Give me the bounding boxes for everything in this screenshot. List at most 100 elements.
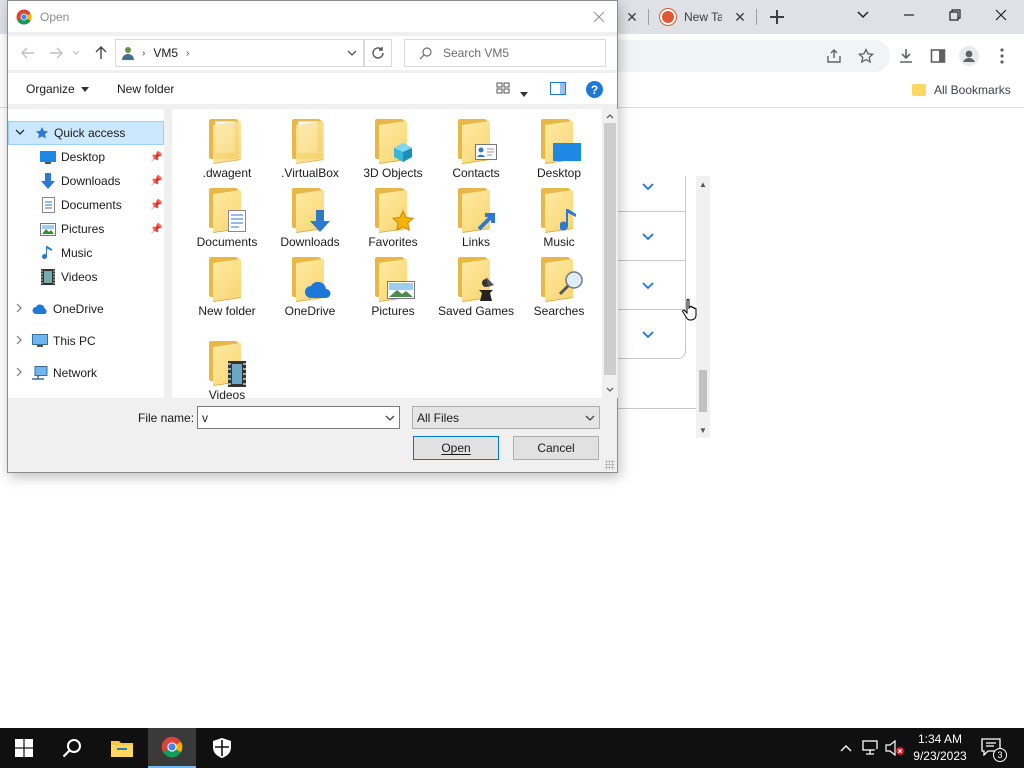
security-taskbar-button[interactable] xyxy=(198,728,246,768)
minimize-button[interactable] xyxy=(886,0,932,30)
pin-icon[interactable]: 📌 xyxy=(150,152,162,163)
nav-documents[interactable]: Documents 📌 xyxy=(8,193,164,217)
back-button[interactable] xyxy=(18,43,38,63)
side-panel-icon[interactable] xyxy=(928,46,948,66)
scroll-up-arrow-icon[interactable]: ▲ xyxy=(699,180,707,189)
chrome-taskbar-button[interactable] xyxy=(148,728,196,768)
file-item[interactable]: Pictures xyxy=(351,255,435,319)
chevron-down-icon[interactable] xyxy=(383,411,397,425)
expand-arrow-icon[interactable] xyxy=(13,367,25,380)
clock[interactable]: 1:34 AM 9/23/2023 xyxy=(906,731,974,765)
notification-button[interactable]: 3 xyxy=(981,738,1007,762)
pin-icon[interactable]: 📌 xyxy=(150,176,162,187)
download-icon[interactable] xyxy=(896,46,916,66)
close-icon[interactable]: ✕ xyxy=(732,9,748,25)
tab-close-button[interactable]: ✕ xyxy=(624,2,640,32)
file-item[interactable]: .dwagent xyxy=(185,117,269,181)
volume-tray-button[interactable] xyxy=(884,728,906,768)
file-item[interactable]: Desktop xyxy=(517,117,601,181)
start-button[interactable] xyxy=(0,728,48,768)
file-name: Downloads xyxy=(280,235,340,249)
file-item[interactable]: Contacts xyxy=(434,117,518,181)
scroll-down-arrow-icon[interactable]: ▼ xyxy=(699,426,707,435)
pin-icon[interactable]: 📌 xyxy=(150,200,162,211)
scroll-down-arrow-icon[interactable] xyxy=(602,382,618,396)
nav-desktop[interactable]: Desktop 📌 xyxy=(8,145,164,169)
nav-label: Videos xyxy=(61,270,98,284)
nav-quick-access[interactable]: Quick access xyxy=(8,121,164,145)
page-scrollbar[interactable]: ▲ ▼ xyxy=(696,176,710,438)
up-button[interactable] xyxy=(91,43,111,63)
file-name-input[interactable]: v xyxy=(197,406,400,429)
share-icon[interactable] xyxy=(824,46,844,66)
file-item[interactable]: .VirtualBox xyxy=(268,117,352,181)
file-item[interactable]: Videos xyxy=(185,339,269,403)
view-options-button[interactable] xyxy=(520,86,528,100)
file-item[interactable]: Links xyxy=(434,186,518,250)
scrollbar-thumb[interactable] xyxy=(699,370,707,412)
dialog-title-bar[interactable]: Open xyxy=(8,1,617,32)
nav-network[interactable]: Network xyxy=(8,361,164,385)
expand-arrow-icon[interactable] xyxy=(13,303,25,316)
search-button[interactable] xyxy=(48,728,96,768)
address-dropdown-button[interactable] xyxy=(341,40,363,66)
chevron-down-icon[interactable] xyxy=(642,180,654,194)
pin-icon[interactable]: 📌 xyxy=(150,224,162,235)
file-item[interactable]: OneDrive xyxy=(268,255,352,319)
nav-downloads[interactable]: Downloads 📌 xyxy=(8,169,164,193)
scrollbar-thumb[interactable] xyxy=(604,123,616,375)
nav-pictures[interactable]: Pictures 📌 xyxy=(8,217,164,241)
forward-button[interactable] xyxy=(46,43,66,63)
file-item[interactable]: 3D Objects xyxy=(351,117,435,181)
show-hidden-icons-button[interactable] xyxy=(836,728,856,768)
expand-arrow-icon[interactable] xyxy=(14,127,26,138)
help-button[interactable]: ? xyxy=(586,81,603,98)
organize-button[interactable]: Organize xyxy=(26,82,89,96)
file-item[interactable]: Downloads xyxy=(268,186,352,250)
file-item[interactable]: New folder xyxy=(185,255,269,319)
restore-button[interactable] xyxy=(932,0,978,30)
close-window-button[interactable] xyxy=(978,0,1024,30)
file-list-scrollbar[interactable] xyxy=(602,109,618,398)
address-bar[interactable]: › VM5 › xyxy=(115,39,364,67)
network-tray-button[interactable] xyxy=(860,728,882,768)
chevron-down-icon[interactable] xyxy=(583,411,597,425)
file-item[interactable]: Searches xyxy=(517,255,601,319)
nav-this-pc[interactable]: This PC xyxy=(8,329,164,353)
change-view-button[interactable] xyxy=(496,81,510,98)
recent-locations-button[interactable] xyxy=(70,43,82,63)
nav-onedrive[interactable]: OneDrive xyxy=(8,297,164,321)
new-tab-button[interactable] xyxy=(768,2,786,32)
file-item[interactable]: Music xyxy=(517,186,601,250)
file-item[interactable]: Saved Games xyxy=(434,255,518,319)
tab-search-button[interactable] xyxy=(840,0,886,30)
breadcrumb-vm5[interactable]: VM5 xyxy=(153,46,178,60)
cancel-button[interactable]: Cancel xyxy=(513,436,599,460)
close-icon[interactable]: ✕ xyxy=(624,9,640,25)
file-explorer-button[interactable] xyxy=(98,728,146,768)
resize-grip[interactable] xyxy=(605,460,615,470)
preview-pane-button[interactable] xyxy=(550,82,566,98)
open-button[interactable]: Open xyxy=(413,436,499,460)
nav-videos[interactable]: Videos xyxy=(8,265,164,289)
chevron-down-icon[interactable] xyxy=(642,328,654,342)
scroll-up-arrow-icon[interactable] xyxy=(602,109,618,123)
profile-avatar-icon[interactable] xyxy=(958,45,980,67)
more-menu-icon[interactable] xyxy=(992,46,1012,66)
nav-music[interactable]: Music xyxy=(8,241,164,265)
chevron-down-icon[interactable] xyxy=(642,230,654,244)
star-icon[interactable] xyxy=(856,46,876,66)
search-box[interactable]: Search VM5 xyxy=(404,39,606,67)
chevron-down-icon[interactable] xyxy=(642,279,654,293)
file-item[interactable]: Documents xyxy=(185,186,269,250)
file-item[interactable]: Favorites xyxy=(351,186,435,250)
folder-3d-objects-icon xyxy=(371,117,415,165)
expand-arrow-icon[interactable] xyxy=(13,335,25,348)
dialog-close-button[interactable] xyxy=(589,7,609,27)
new-folder-button[interactable]: New folder xyxy=(117,82,174,96)
file-type-select[interactable]: All Files xyxy=(412,406,600,429)
tab-new-tab[interactable]: New Ta ✕ xyxy=(660,2,748,32)
breadcrumb-separator-icon[interactable]: › xyxy=(186,48,189,59)
refresh-button[interactable] xyxy=(364,39,392,67)
all-bookmarks-button[interactable]: All Bookmarks xyxy=(912,83,1011,97)
